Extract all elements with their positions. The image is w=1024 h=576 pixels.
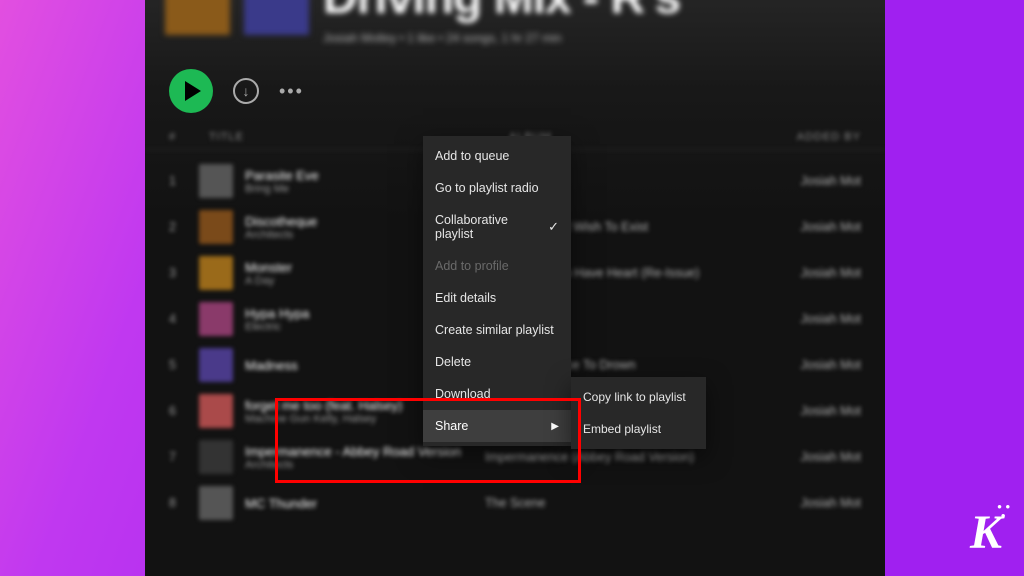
menu-add-to-profile: Add to profile [423,250,571,282]
playlist-title: Driving Mix - R's [323,0,680,25]
watermark-logo: K [970,505,1002,560]
menu-delete[interactable]: Delete [423,346,571,378]
spotify-window: Driving Mix - R's Josiah Motley • 1 like… [145,0,885,576]
track-art [199,164,233,198]
check-icon: ✓ [548,219,559,235]
menu-download[interactable]: Download [423,378,571,410]
submenu-copy-link[interactable]: Copy link to playlist [571,381,706,413]
share-submenu: Copy link to playlist Embed playlist [571,377,706,449]
track-art [199,210,233,244]
cover-art-2 [244,0,309,35]
col-added-by: ADDED BY [709,131,861,143]
playback-controls: ↓ ••• [145,45,885,125]
track-art [199,486,233,520]
menu-create-similar[interactable]: Create similar playlist [423,314,571,346]
playlist-subtitle: Josiah Motley • 1 like • 24 songs, 1 hr … [323,31,680,45]
download-button[interactable]: ↓ [233,78,259,104]
menu-edit-details[interactable]: Edit details [423,282,571,314]
track-art [199,348,233,382]
submenu-embed[interactable]: Embed playlist [571,413,706,445]
menu-collaborative[interactable]: Collaborative playlist✓ [423,204,571,250]
cover-art [165,0,230,35]
play-icon [185,81,201,101]
track-row[interactable]: 8 MC Thunder The Scene Josiah Mot [169,480,861,526]
menu-add-to-queue[interactable]: Add to queue [423,140,571,172]
col-number: # [169,131,209,143]
context-menu: Add to queue Go to playlist radio Collab… [423,136,571,446]
playlist-header: Driving Mix - R's Josiah Motley • 1 like… [145,0,885,45]
track-art [199,256,233,290]
track-art [199,394,233,428]
more-options-button[interactable]: ••• [279,81,304,102]
menu-playlist-radio[interactable]: Go to playlist radio [423,172,571,204]
play-button[interactable] [169,69,213,113]
track-art [199,440,233,474]
track-art [199,302,233,336]
menu-share[interactable]: Share▶ [423,410,571,442]
chevron-right-icon: ▶ [551,421,559,432]
